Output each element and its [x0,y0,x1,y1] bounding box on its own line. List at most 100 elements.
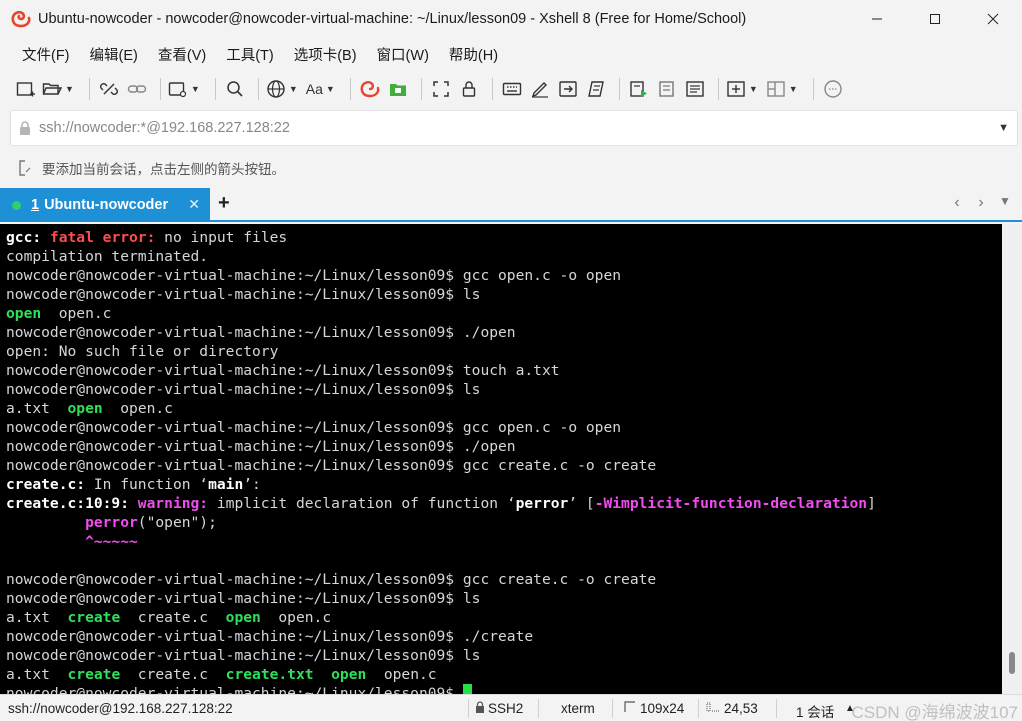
terminal-text: implicit declaration of function ‘ [216,495,516,512]
terminal-text: no input files [164,229,288,246]
dropdown-arrow-icon: ▼ [788,84,798,94]
tab-ubuntu-nowcoder[interactable]: 1 Ubuntu-nowcoder ✕ [0,188,210,222]
lock-button[interactable] [457,75,481,103]
terminal-text: ^~~~~~ [85,533,138,550]
menu-view[interactable]: 查看(V) [148,44,216,65]
terminal-line: a.txt create create.c create.txt open op… [6,665,876,684]
notes-button[interactable] [683,75,707,103]
script-button[interactable] [584,75,608,103]
font-button[interactable]: Aa ▼ [306,75,339,103]
terminal-text: nowcoder@nowcoder-virtual-machine:~/Linu… [6,647,481,664]
pen-icon [531,82,548,98]
terminal-text: nowcoder@nowcoder-virtual-machine:~/Linu… [6,571,657,588]
maximize-button[interactable] [906,0,964,38]
log-play-icon [630,81,647,97]
chat-icon [823,80,842,98]
address-dropdown-icon[interactable]: ▼ [998,122,1009,134]
address-input[interactable] [39,120,979,136]
menu-edit[interactable]: 编辑(E) [80,44,148,65]
fullscreen-button[interactable] [429,75,453,103]
terminal-text: nowcoder@nowcoder-virtual-machine:~/Linu… [6,628,534,645]
terminal-text: open.c [260,609,332,626]
terminal-text: nowcoder@nowcoder-virtual-machine:~/Linu… [6,590,481,607]
tab-next-icon[interactable]: › [974,194,988,212]
log-start-button[interactable] [627,75,651,103]
menu-tabs[interactable]: 选项卡(B) [284,44,367,65]
xftp-folder-icon [389,84,406,96]
unlink-icon [99,83,118,95]
encoding-button[interactable]: ▼ [266,75,302,103]
terminal-text: open.c [41,305,112,322]
xftp-button[interactable] [386,75,410,103]
minimize-icon [872,18,882,20]
add-tab-icon[interactable]: + [218,192,230,215]
log-button[interactable] [655,75,679,103]
compose-button[interactable] [528,75,552,103]
terminal-text: open.c [102,400,173,417]
disconnect-button[interactable] [97,75,121,103]
toolbar-divider [717,78,719,100]
new-tab-group-button[interactable]: ▼ [726,75,762,103]
menu-file[interactable]: 文件(F) [12,44,80,65]
toolbar-divider [349,78,351,100]
terminal-line: open open.c [6,304,876,323]
close-button[interactable] [964,0,1022,38]
terminal-line: nowcoder@nowcoder-virtual-machine:~/Linu… [6,684,876,694]
terminal-text: -Wimplicit-function-declaration [594,495,868,512]
terminal-line: a.txt open open.c [6,399,876,418]
keyboard-button[interactable] [500,75,524,103]
new-session-icon [16,82,35,97]
terminal-text: a.txt [6,666,68,683]
menu-window[interactable]: 窗口(W) [367,44,439,65]
menu-tools[interactable]: 工具(T) [216,44,284,65]
terminal-text: ’ [ [568,495,595,512]
terminal-text: nowcoder@nowcoder-virtual-machine:~/Linu… [6,457,657,474]
terminal-line: open: No such file or directory [6,342,876,361]
tab-number: 1 [31,197,40,213]
status-sessions[interactable]: 1 会话 [796,701,834,721]
minimize-button[interactable] [848,0,906,38]
find-button[interactable] [223,75,247,103]
new-window-button[interactable]: ▼ [168,75,204,103]
new-session-button[interactable] [14,75,38,103]
ssh-lock-icon [475,701,485,716]
terminal-line: nowcoder@nowcoder-virtual-machine:~/Linu… [6,418,876,437]
tab-bar: 1 Ubuntu-nowcoder ✕ + ‹ › ▼ [0,188,1022,222]
tab-prev-icon[interactable]: ‹ [950,194,964,212]
terminal-text: open: No such file or directory [6,343,279,360]
terminal-text: create.c [120,609,226,626]
lock-icon [462,81,476,97]
chat-button[interactable] [821,75,845,103]
fullscreen-icon [433,81,449,97]
terminal-text: fatal error: [49,229,165,246]
status-bar: ssh://nowcoder@192.168.227.128:22 SSH2 x… [0,694,1022,721]
maximize-icon [930,14,940,24]
layout-button[interactable]: ▼ [766,75,802,103]
terminal-line: a.txt create create.c open open.c [6,608,876,627]
send-key-button[interactable] [556,75,580,103]
terminal-line: gcc: fatal error: no input files [6,228,876,247]
menu-help[interactable]: 帮助(H) [439,44,508,65]
terminal-text: create.txt [225,666,314,683]
tab-list-icon[interactable]: ▼ [998,194,1012,212]
terminal-text: ’: [243,476,261,493]
tab-label: Ubuntu-nowcoder [44,197,169,213]
terminal-text: gcc: [6,229,50,246]
xshell-button[interactable] [358,75,382,103]
terminal-line: nowcoder@nowcoder-virtual-machine:~/Linu… [6,456,876,475]
terminal-text: nowcoder@nowcoder-virtual-machine:~/Linu… [6,286,481,303]
hint-text: 要添加当前会话，点击左侧的箭头按钮。 [42,162,285,177]
reconnect-button[interactable] [125,75,149,103]
terminal-line: nowcoder@nowcoder-virtual-machine:~/Linu… [6,285,876,304]
search-icon [227,81,243,97]
terminal-text: open.c [366,666,437,683]
tab-close-icon[interactable]: ✕ [188,196,200,213]
terminal-line: compilation terminated. [6,247,876,266]
link-icon [127,85,147,93]
terminal-scrollbar[interactable] [1002,224,1022,694]
terminal[interactable]: gcc: fatal error: no input files compilat… [0,224,1022,694]
scrollbar-thumb[interactable] [1009,652,1015,674]
terminal-text: nowcoder@nowcoder-virtual-machine:~/Linu… [6,438,516,455]
open-session-button[interactable]: ▼ [42,75,78,103]
